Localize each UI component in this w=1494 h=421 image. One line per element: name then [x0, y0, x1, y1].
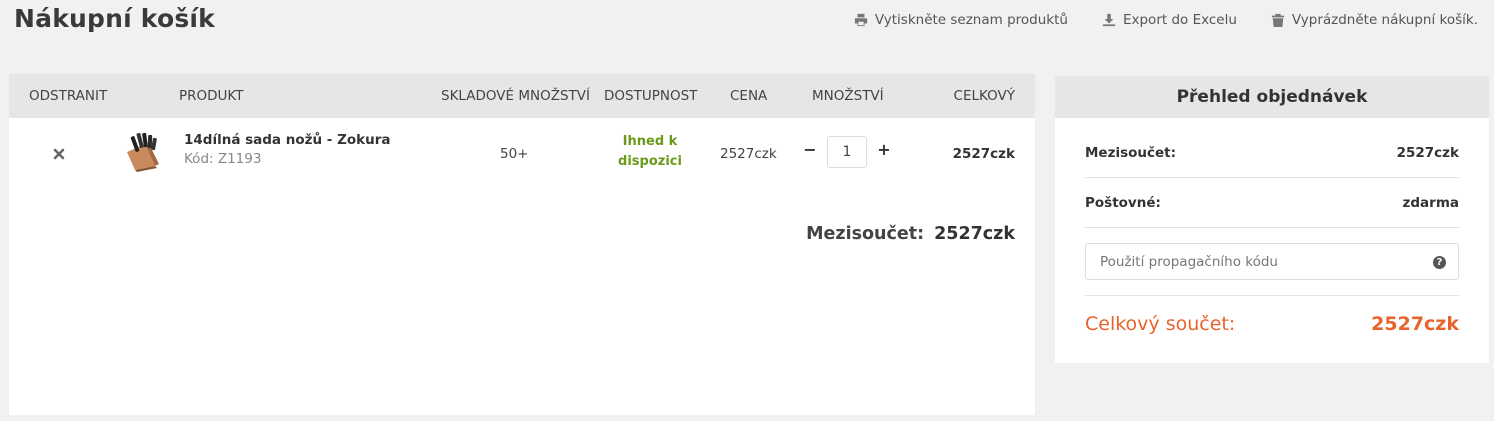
remove-item-button[interactable] [52, 146, 66, 160]
divider [1085, 227, 1459, 228]
order-summary-title: Přehled objednávek [1055, 76, 1489, 118]
cart-subtotal: Mezisoučet: 2527czk [806, 224, 1015, 244]
header-stock: SKLADOVÉ MNOŽSTVÍ [441, 88, 590, 104]
product-name-link[interactable]: 14dílná sada nožů - Zokura [184, 132, 391, 148]
divider [1085, 177, 1459, 178]
question-circle-icon[interactable]: ? [1433, 256, 1446, 269]
grand-total-label: Celkový součet: [1085, 313, 1236, 335]
header-total: CELKOVÝ [953, 88, 1015, 104]
export-excel-link[interactable]: Export do Excelu [1102, 12, 1237, 28]
trash-icon [1271, 13, 1285, 27]
cart-subtotal-value: 2527czk [934, 224, 1015, 244]
summary-subtotal-row: Mezisoučet: 2527czk [1085, 145, 1459, 161]
cart-table: ODSTRANIT PRODUKT SKLADOVÉ MNOŽSTVÍ DOST… [9, 74, 1035, 415]
promo-code-field: ? [1085, 243, 1459, 280]
close-icon [53, 148, 65, 160]
quantity-increase-button[interactable]: + [877, 140, 891, 160]
cart-actions: Vytiskněte seznam produktů Export do Exc… [854, 12, 1478, 28]
download-icon [1102, 13, 1116, 27]
print-products-label: Vytiskněte seznam produktů [874, 12, 1068, 28]
page-title: Nákupní košík [14, 4, 215, 33]
summary-shipping-label: Poštovné: [1085, 195, 1161, 211]
summary-subtotal-value: 2527czk [1396, 145, 1459, 161]
product-code: Kód: Z1193 [184, 151, 262, 167]
header-remove: ODSTRANIT [29, 88, 108, 104]
header-quantity: MNOŽSTVÍ [812, 88, 884, 104]
summary-shipping-value: zdarma [1402, 195, 1459, 211]
grand-total-value: 2527czk [1371, 313, 1459, 335]
header-price: CENA [730, 88, 768, 104]
grand-total-row: Celkový součet: 2527czk [1085, 313, 1459, 335]
summary-subtotal-label: Mezisoučet: [1085, 145, 1177, 161]
header-product: PRODUKT [179, 88, 244, 104]
product-thumbnail[interactable] [121, 130, 165, 174]
stock-quantity: 50+ [500, 146, 529, 162]
promo-code-input[interactable] [1086, 244, 1458, 279]
divider [1085, 295, 1459, 296]
availability-status: Ihned k dispozici [618, 134, 682, 169]
line-total: 2527czk [952, 146, 1015, 162]
header-availability: DOSTUPNOST [604, 88, 698, 104]
printer-icon [854, 13, 868, 27]
unit-price: 2527czk [720, 146, 777, 162]
summary-shipping-row: Poštovné: zdarma [1085, 195, 1459, 211]
empty-cart-label: Vyprázdněte nákupní košík. [1291, 12, 1478, 28]
order-summary: Přehled objednávek Mezisoučet: 2527czk P… [1055, 76, 1489, 363]
cart-table-header: ODSTRANIT PRODUKT SKLADOVÉ MNOŽSTVÍ DOST… [9, 74, 1035, 118]
export-excel-label: Export do Excelu [1122, 12, 1237, 28]
print-products-link[interactable]: Vytiskněte seznam produktů [854, 12, 1068, 28]
cart-subtotal-label: Mezisoučet: [806, 224, 925, 244]
quantity-decrease-button[interactable]: − [803, 140, 817, 160]
empty-cart-link[interactable]: Vyprázdněte nákupní košík. [1271, 12, 1478, 28]
quantity-input[interactable] [827, 136, 867, 168]
